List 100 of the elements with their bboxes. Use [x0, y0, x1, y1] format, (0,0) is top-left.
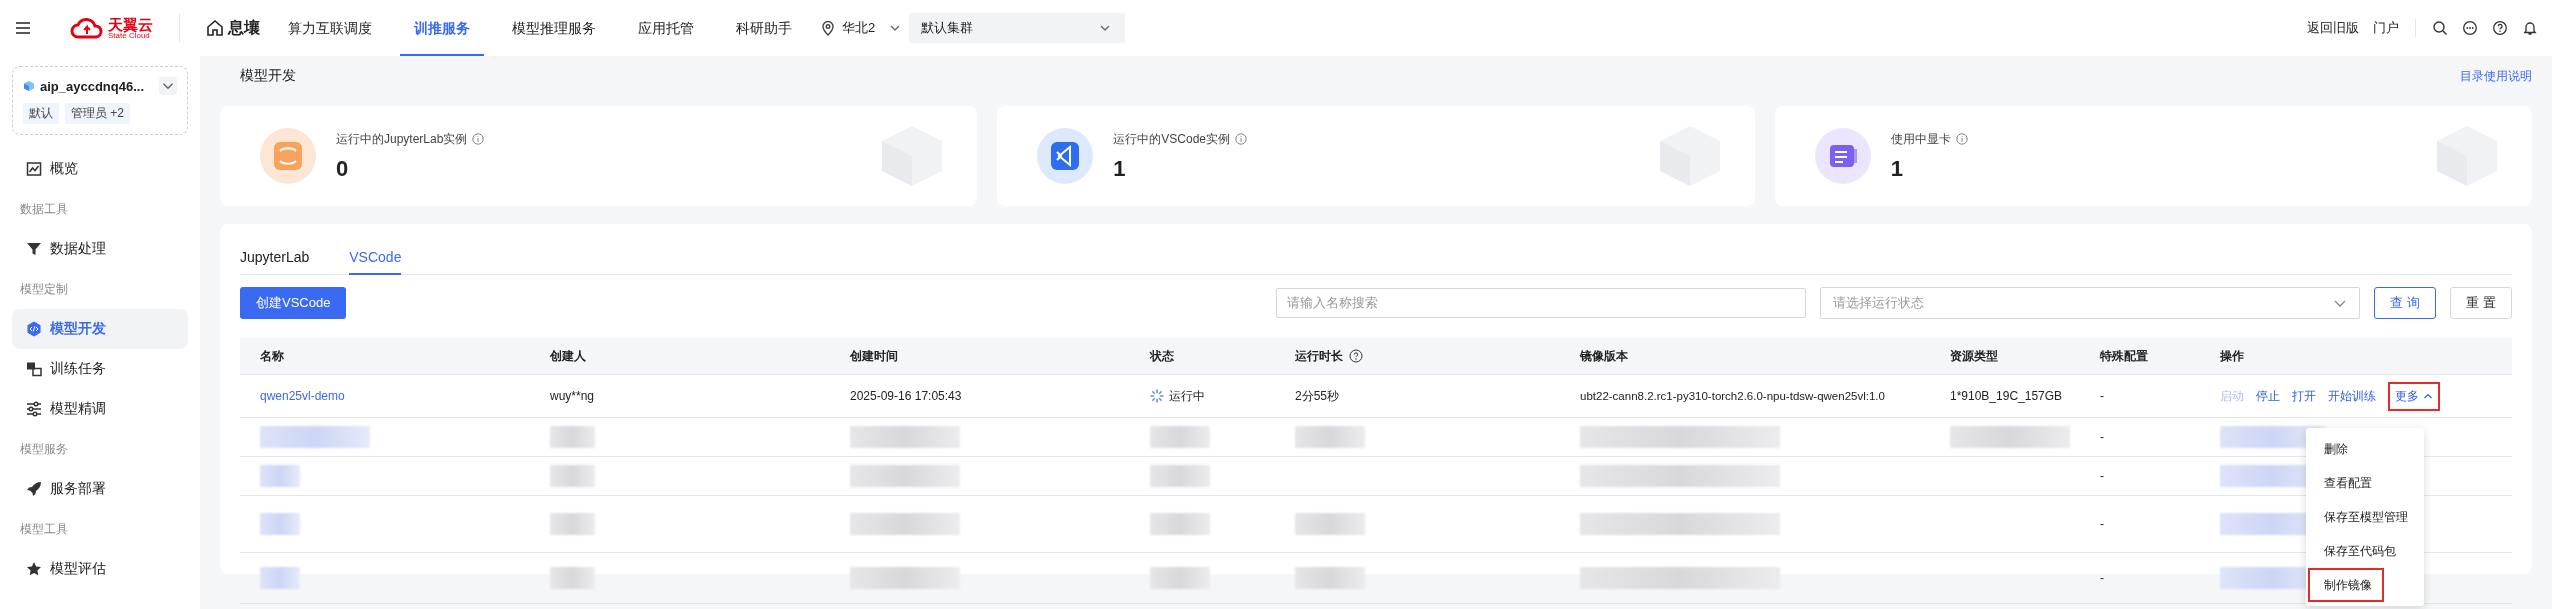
- redacted-block: [550, 465, 595, 487]
- create-button[interactable]: 创建VSCode: [240, 286, 347, 319]
- nav-tab[interactable]: 算力互联调度: [274, 0, 386, 56]
- stat-value: 0: [336, 155, 350, 182]
- table-cell: -: [2100, 389, 2104, 403]
- table-cell: -: [2100, 571, 2104, 585]
- help-link[interactable]: 目录使用说明: [2460, 67, 2532, 85]
- redacted-block: [260, 465, 300, 487]
- stat-label: 运行中的VSCode实例: [1113, 130, 1231, 148]
- stat-label: 运行中的JupyterLab实例: [336, 130, 468, 148]
- redacted-block: [1150, 426, 1210, 448]
- chevron-up-icon: [2423, 391, 2433, 401]
- workspace-tag: 默认: [23, 103, 59, 124]
- instance-name-link[interactable]: qwen25vl-demo: [260, 389, 345, 403]
- tab[interactable]: VSCode: [349, 249, 402, 275]
- column-header: 创建时间: [850, 347, 898, 365]
- sidebar-section-label: 模型工具: [19, 521, 69, 538]
- star-icon: [26, 561, 42, 577]
- filter-icon: [26, 241, 42, 257]
- column-header: 特殊配置: [2100, 347, 2148, 365]
- sliders-icon: [26, 401, 42, 417]
- menu-item[interactable]: 保存至代码包: [2308, 534, 2408, 568]
- cluster-select[interactable]: 默认集群: [909, 13, 1126, 43]
- action-link[interactable]: 开始训练: [2328, 387, 2376, 405]
- sidebar-section-label: 数据工具: [19, 201, 69, 218]
- nav-tab[interactable]: 模型推理服务: [498, 0, 610, 56]
- table-cell: 1*910B_19C_157GB: [1950, 389, 2063, 403]
- column-header: 镜像版本: [1580, 347, 1628, 365]
- sidebar-section-label: 模型定制: [19, 281, 69, 298]
- redacted-block: [1295, 426, 1365, 448]
- bell-icon[interactable]: [2522, 20, 2538, 36]
- stat-value: 1: [1890, 155, 1904, 182]
- nav-tab[interactable]: 训推服务: [400, 0, 484, 56]
- redacted-block: [1150, 567, 1210, 589]
- more-dropdown-link[interactable]: 更多: [2388, 381, 2440, 411]
- header-link[interactable]: 门户: [2373, 19, 2399, 37]
- info-icon[interactable]: [1235, 133, 1248, 145]
- action-link[interactable]: 打开: [2292, 387, 2316, 405]
- column-header: 名称: [260, 347, 284, 365]
- info-icon[interactable]: [472, 133, 485, 145]
- query-button[interactable]: 查 询: [2374, 286, 2436, 319]
- task-icon: [26, 361, 42, 377]
- sidebar-item[interactable]: 模型评估: [12, 549, 188, 589]
- tab[interactable]: JupyterLab: [240, 249, 310, 275]
- redacted-block: [260, 513, 300, 535]
- table-cell: -: [2100, 517, 2104, 531]
- sidebar-item[interactable]: 概览: [12, 149, 188, 189]
- page-title: 模型开发: [240, 67, 296, 85]
- menu-item[interactable]: 删除: [2308, 432, 2360, 466]
- table-cell: -: [2100, 430, 2104, 444]
- redacted-block: [1150, 465, 1210, 487]
- stat-value: 1: [1113, 155, 1127, 182]
- location-pin-icon: [820, 20, 836, 36]
- sidebar-item[interactable]: 模型开发: [12, 309, 188, 349]
- nav-tab[interactable]: 科研助手: [722, 0, 806, 56]
- redacted-block: [1150, 513, 1210, 535]
- menu-item[interactable]: 查看配置: [2308, 466, 2384, 500]
- chat-icon[interactable]: [2462, 20, 2478, 36]
- column-header: 创建人: [550, 347, 586, 365]
- home-label[interactable]: 息壤: [228, 17, 260, 39]
- info-icon[interactable]: [1955, 133, 1968, 145]
- action-link[interactable]: 停止: [2256, 387, 2280, 405]
- chart-icon: [26, 161, 42, 177]
- home-icon: [206, 19, 224, 37]
- sidebar-item[interactable]: 服务部署: [12, 469, 188, 509]
- redacted-block: [260, 567, 300, 589]
- sidebar-item[interactable]: 数据处理: [12, 229, 188, 269]
- reset-button[interactable]: 重 置: [2450, 286, 2512, 319]
- region-selector[interactable]: 华北2: [842, 19, 876, 37]
- sidebar-item[interactable]: 模型精调: [12, 389, 188, 429]
- search-field[interactable]: 请输入名称搜索: [1276, 287, 1806, 318]
- menu-item[interactable]: 制作镜像: [2308, 568, 2384, 602]
- help-icon[interactable]: [2492, 20, 2508, 36]
- table-cell: 2025-09-16 17:05:43: [850, 389, 962, 403]
- sidebar-item[interactable]: 训练任务: [12, 349, 188, 389]
- cloud-logo-icon: [70, 17, 104, 39]
- menu-icon[interactable]: [14, 19, 32, 37]
- rocket-icon: [26, 481, 42, 497]
- help-icon[interactable]: [1349, 349, 1363, 363]
- table-cell: 2分55秒: [1295, 387, 1340, 405]
- redacted-block: [1295, 513, 1365, 535]
- chevron-down-icon[interactable]: [159, 77, 177, 95]
- redacted-block: [550, 513, 595, 535]
- cube-icon: [23, 80, 35, 92]
- workspace-card[interactable]: aip_ayccdnq46... 默认 管理员 +2: [12, 66, 188, 135]
- table-cell: -: [2100, 469, 2104, 483]
- code-hexagon-icon: [26, 321, 42, 337]
- nav-tab[interactable]: 应用托管: [624, 0, 708, 56]
- table-cell: ubt22-cann8.2.rc1-py310-torch2.6.0-npu-tdsw-qwen25vl:1.0: [1580, 390, 1885, 402]
- stat-icon: [260, 128, 316, 184]
- search-icon[interactable]: [2432, 20, 2448, 36]
- stat-label: 使用中显卡: [1890, 130, 1951, 148]
- header-link[interactable]: 返回旧版: [2307, 19, 2359, 37]
- menu-item[interactable]: 保存至模型管理: [2308, 500, 2420, 534]
- logo-text: 天翼云: [108, 16, 153, 32]
- column-header: 资源类型: [1950, 347, 1998, 365]
- redacted-block: [550, 567, 595, 589]
- table-cell: wuy**ng: [550, 389, 595, 403]
- sidebar-section-label: 模型服务: [19, 441, 69, 458]
- column-header: 操作: [2220, 347, 2244, 365]
